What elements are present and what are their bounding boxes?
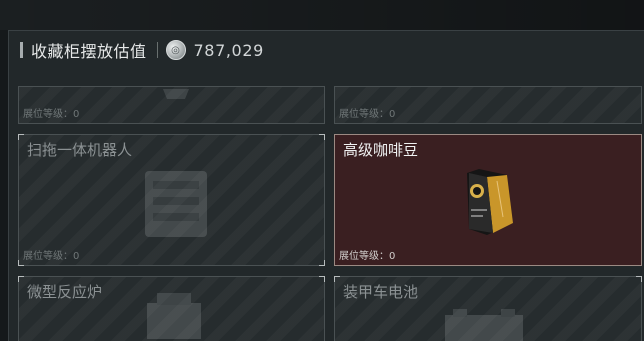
- slot-item-name: 装甲车电池: [343, 283, 419, 301]
- slot-corner: [319, 260, 325, 266]
- display-slot-1[interactable]: 展位等级：0: [18, 86, 325, 124]
- robot-vacuum-silhouette-icon: [145, 171, 207, 237]
- display-slot-robot-vacuum[interactable]: 扫拖一体机器人 展位等级：0: [18, 134, 325, 266]
- display-slot-micro-reactor[interactable]: 微型反应炉: [18, 276, 325, 341]
- cabinet-valuation-title: 收藏柜摆放估值: [31, 42, 147, 61]
- slot-level-label: 展位等级：0: [339, 109, 396, 120]
- cabinet-valuation-value: 787,029: [193, 40, 264, 60]
- micro-reactor-silhouette-icon: [147, 293, 201, 339]
- silver-coin-icon: ◎: [165, 40, 186, 60]
- header-divider: [156, 42, 158, 58]
- slot-level-label: 展位等级：0: [339, 251, 396, 262]
- slot-item-name: 扫拖一体机器人: [27, 141, 133, 159]
- slot-level-label: 展位等级：0: [23, 109, 80, 120]
- slot-corner: [636, 276, 642, 282]
- coffee-bean-bag-icon: [467, 169, 513, 235]
- slot-corner: [319, 134, 325, 140]
- slot-level-label: 展位等级：0: [23, 251, 80, 262]
- slot-item-name: 高级咖啡豆: [343, 141, 419, 159]
- header-accent-bar: [20, 42, 23, 58]
- display-slot-2[interactable]: 展位等级：0: [334, 86, 642, 124]
- top-background-strip: [0, 0, 644, 30]
- slot-corner: [18, 134, 24, 140]
- display-slot-armored-car-battery[interactable]: 装甲车电池: [334, 276, 642, 341]
- slot-corner: [334, 276, 340, 282]
- item-silhouette-icon: [163, 89, 189, 99]
- slot-item-name: 微型反应炉: [27, 283, 103, 301]
- slot-corner: [319, 276, 325, 282]
- car-battery-silhouette-icon: [445, 309, 523, 341]
- cabinet-header: 收藏柜摆放估值 ◎ 787,029: [8, 30, 644, 70]
- top-strip-fade: [0, 0, 644, 30]
- slot-corner: [18, 276, 24, 282]
- display-slot-coffee-beans[interactable]: 高级咖啡豆 展位等级：0: [334, 134, 642, 266]
